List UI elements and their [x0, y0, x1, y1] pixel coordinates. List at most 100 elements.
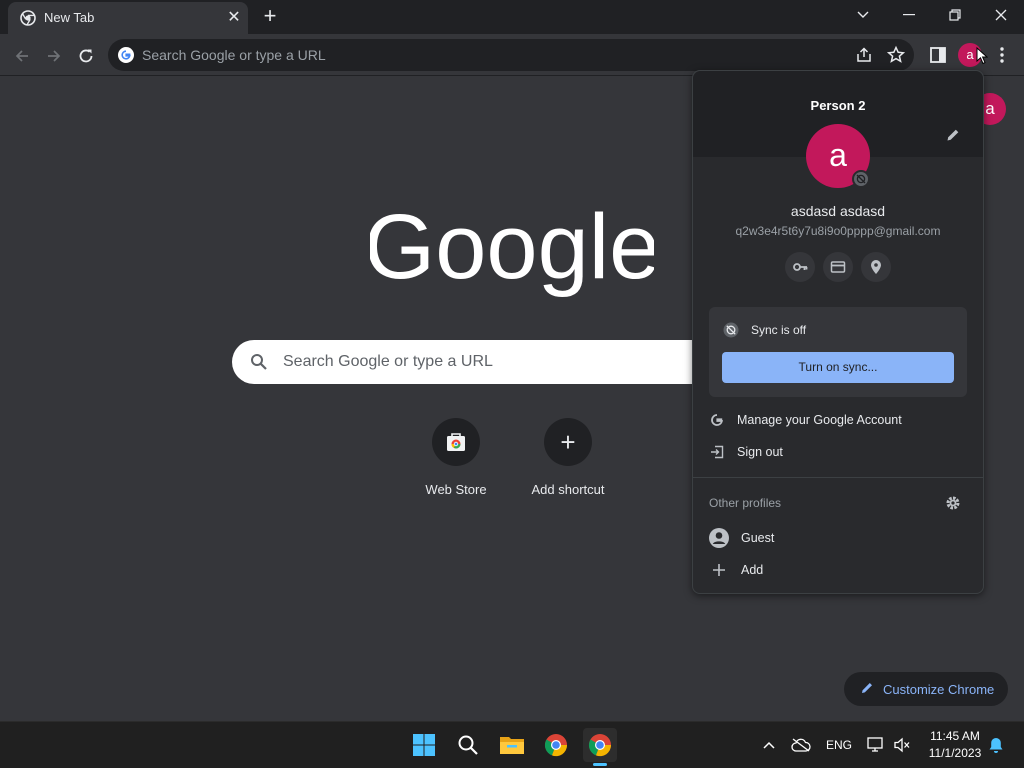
- language-indicator[interactable]: ENG: [823, 734, 855, 756]
- restore-icon: [949, 9, 961, 21]
- tab-title: New Tab: [44, 10, 95, 25]
- restore-button[interactable]: [932, 0, 978, 30]
- folder-icon: [500, 737, 524, 754]
- bookmark-star-icon[interactable]: [886, 45, 906, 65]
- search-icon: [251, 354, 267, 370]
- passwords-button[interactable]: [785, 252, 815, 282]
- shortcut-label: Add shortcut: [531, 482, 605, 497]
- more-vert-icon[interactable]: [996, 45, 1008, 65]
- guest-label: Guest: [741, 531, 775, 545]
- minimize-button[interactable]: [886, 0, 932, 30]
- ntp-search-placeholder: Search Google or type a URL: [283, 353, 493, 370]
- profile-title: Person 2: [810, 98, 866, 113]
- sync-paused-badge: [852, 170, 870, 188]
- reload-icon: [79, 49, 93, 63]
- side-panel-icon[interactable]: [928, 45, 948, 65]
- credit-card-icon: [830, 261, 846, 273]
- google-logo-text: Google: [370, 196, 654, 298]
- search-button[interactable]: [451, 728, 485, 762]
- customize-chrome-label: Customize Chrome: [883, 682, 995, 697]
- volume-muted-icon: [894, 737, 910, 753]
- profile-name: asdasd asdasd: [790, 203, 886, 219]
- clock-date[interactable]: 11/1/2023: [918, 746, 992, 760]
- address-bar-placeholder: Search Google or type a URL: [142, 47, 326, 63]
- volume-button[interactable]: [892, 734, 912, 756]
- sign-out-item[interactable]: Sign out: [693, 437, 983, 467]
- arrow-right-icon: [48, 50, 61, 62]
- chevron-up-icon: [763, 741, 775, 749]
- gear-icon[interactable]: [945, 495, 961, 511]
- forward-button[interactable]: [40, 42, 68, 70]
- chrome-icon: [544, 734, 568, 757]
- active-app-indicator: [593, 763, 607, 766]
- sync-card: Sync is off Turn on sync...: [709, 307, 967, 397]
- search-icon: [458, 735, 478, 755]
- network-icon: [867, 737, 883, 752]
- addresses-button[interactable]: [861, 252, 891, 282]
- google-logo: Google: [370, 196, 654, 298]
- shortcut-tile: [432, 418, 480, 466]
- chrome-icon: [588, 734, 612, 757]
- arrow-left-icon: [15, 50, 28, 62]
- guest-avatar-icon: [709, 528, 729, 548]
- turn-on-sync-button[interactable]: Turn on sync...: [722, 352, 954, 383]
- sync-status-text: Sync is off: [751, 323, 807, 337]
- payment-methods-button[interactable]: [823, 252, 853, 282]
- tab-close-button[interactable]: ✕: [224, 8, 244, 28]
- sign-out-label: Sign out: [737, 445, 783, 459]
- reload-button[interactable]: [72, 42, 100, 70]
- profile-menu: Person 2 a asdasd asdasd q2w3e4r5t6y7u8i…: [692, 70, 984, 594]
- bell-icon: [989, 738, 1003, 753]
- mouse-cursor-icon: [976, 47, 988, 65]
- google-g-icon: [711, 414, 724, 426]
- chrome-icon: [20, 10, 36, 26]
- profile-email: q2w3e4r5t6y7u8i9o0pppp@gmail.com: [735, 224, 941, 238]
- show-hidden-icons-button[interactable]: [760, 734, 778, 756]
- chevron-down-icon: [857, 11, 869, 18]
- minimize-icon: [903, 14, 915, 16]
- notifications-button[interactable]: [986, 734, 1006, 756]
- divider: [693, 477, 983, 478]
- shortcut-web-store[interactable]: Web Store: [400, 418, 512, 508]
- tab-search-button[interactable]: [840, 0, 886, 30]
- sign-out-icon: [711, 445, 724, 459]
- pencil-icon[interactable]: [945, 127, 961, 143]
- plus-icon: +: [560, 427, 576, 457]
- shortcut-add[interactable]: + Add shortcut: [512, 418, 624, 508]
- close-icon: [995, 9, 1007, 21]
- chrome-taskbar-button[interactable]: [539, 728, 573, 762]
- web-store-icon: [447, 433, 465, 451]
- sync-off-icon: [856, 174, 866, 184]
- taskbar: ENG 11:45 AM 11/1/2023: [0, 721, 1024, 768]
- add-profile-item[interactable]: Add: [693, 555, 983, 585]
- address-bar[interactable]: Search Google or type a URL: [108, 39, 914, 71]
- shortcut-label: Web Store: [425, 482, 487, 497]
- plus-icon: [713, 564, 725, 576]
- network-button[interactable]: [866, 734, 886, 756]
- clock-time[interactable]: 11:45 AM: [918, 729, 992, 743]
- file-explorer-button[interactable]: [495, 728, 529, 762]
- customize-chrome-button[interactable]: Customize Chrome: [844, 672, 1008, 706]
- tab-strip: New Tab ✕ +: [0, 0, 1024, 34]
- start-button[interactable]: [407, 728, 441, 762]
- share-icon[interactable]: [854, 45, 874, 65]
- shortcut-tile: +: [544, 418, 592, 466]
- chrome-active-taskbar-button[interactable]: [583, 728, 617, 762]
- tab-new-tab[interactable]: New Tab ✕: [8, 2, 248, 34]
- add-profile-label: Add: [741, 563, 764, 577]
- manage-google-account-item[interactable]: Manage your Google Account: [693, 405, 983, 435]
- manage-google-account-label: Manage your Google Account: [737, 413, 902, 427]
- google-g-icon: [118, 47, 134, 63]
- new-tab-button[interactable]: +: [258, 5, 282, 29]
- sync-off-icon: [723, 322, 739, 338]
- close-window-button[interactable]: [978, 0, 1024, 30]
- other-profiles-heading: Other profiles: [709, 496, 782, 510]
- windows-icon: [413, 734, 435, 756]
- cloud-off-icon: [791, 738, 811, 752]
- key-icon: [793, 263, 808, 271]
- pencil-icon: [862, 683, 872, 693]
- guest-profile-item[interactable]: Guest: [693, 523, 983, 553]
- onedrive-button[interactable]: [790, 734, 812, 756]
- back-button[interactable]: [8, 42, 36, 70]
- location-pin-icon: [871, 260, 881, 274]
